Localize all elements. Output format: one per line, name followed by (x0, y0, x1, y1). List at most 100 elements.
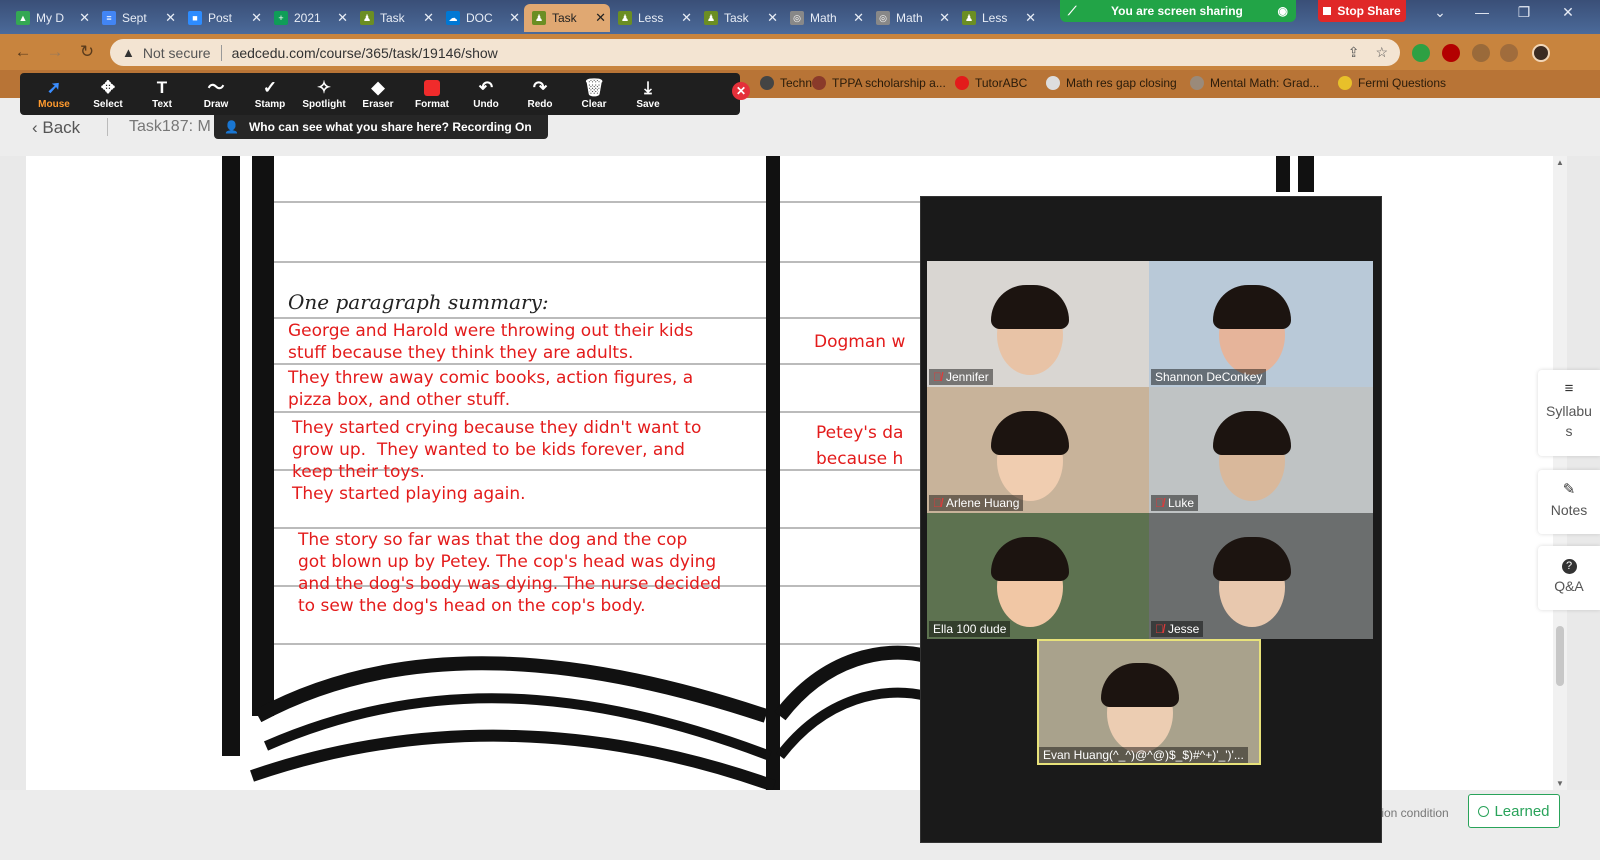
muted-mic-icon: 🎙̸ (933, 496, 942, 510)
close-tab-icon[interactable]: ✕ (595, 10, 606, 26)
participant-tile[interactable]: Ella 100 dude (927, 513, 1151, 639)
close-tab-icon[interactable]: ✕ (251, 10, 262, 26)
tab-title: Task (724, 11, 749, 25)
tool-mouse-button[interactable]: ➚ Mouse (28, 77, 80, 110)
close-tab-icon[interactable]: ✕ (79, 10, 90, 26)
reload-icon[interactable]: ↻ (76, 42, 98, 62)
back-arrow-icon[interactable]: ← (12, 42, 34, 62)
annotation-text: The story so far was that the dog and th… (298, 530, 722, 616)
tool-undo-button[interactable]: ↶ Undo (460, 77, 512, 110)
syllabus-button[interactable]: ≡ Syllabu s (1538, 370, 1600, 456)
participant-name: 🎙̸ Jesse (1151, 621, 1204, 637)
bookmark-label: Fermi Questions (1358, 76, 1447, 90)
qa-button[interactable]: ? Q&A (1538, 546, 1600, 610)
tool-label: Select (93, 99, 123, 110)
learned-button[interactable]: Learned (1468, 794, 1560, 828)
forward-arrow-icon[interactable]: → (44, 42, 66, 62)
close-tab-icon[interactable]: ✕ (767, 10, 778, 26)
notes-button[interactable]: ✎ Notes (1538, 470, 1600, 534)
profile-avatar[interactable] (1532, 44, 1550, 62)
favicon-icon: + (274, 11, 288, 25)
tab-title: My D (36, 11, 64, 25)
person-icon: 👤 (224, 120, 239, 134)
participant-hair (1213, 285, 1291, 329)
bookmark-item[interactable]: Mental Math: Grad... (1190, 76, 1319, 90)
tab-title: Post (208, 11, 233, 25)
browser-tab[interactable]: +2021 ✕ (266, 4, 352, 32)
tab-title: Task (380, 11, 405, 25)
bookmark-star-icon[interactable]: ☆ (1375, 44, 1388, 61)
tool-select-button[interactable]: ✥ Select (82, 77, 134, 110)
close-tab-icon[interactable]: ✕ (1025, 10, 1036, 26)
participant-tile[interactable]: 🎙̸ Luke (1149, 387, 1373, 513)
close-tab-icon[interactable]: ✕ (939, 10, 950, 26)
participant-hair (991, 537, 1069, 581)
drag-handle-icon: ⟋ (1068, 3, 1077, 18)
browser-tab-strip: ⟋ You are screen sharing ◉ Stop Share ⌄ … (0, 0, 1600, 34)
close-tab-icon[interactable]: ✕ (853, 10, 864, 26)
bookmark-item[interactable]: Math res gap closing (1046, 76, 1177, 90)
bookmark-item[interactable]: TutorABC (955, 76, 1027, 90)
tool-save-button[interactable]: ⤓ Save (622, 77, 674, 110)
participant-tile[interactable]: Evan Huang(^_^)@^@)$_$)#^+)'_')'... (1037, 639, 1261, 765)
browser-tab[interactable]: ≡ Sept ✕ (94, 4, 180, 32)
participant-hair (991, 285, 1069, 329)
participant-tile[interactable]: 🎙̸ Arlene Huang (927, 387, 1151, 513)
tool-label: Spotlight (302, 99, 346, 110)
browser-tab[interactable]: ■ Post ✕ (180, 4, 266, 32)
browser-tab[interactable]: ◎ Math ✕ (868, 4, 954, 32)
browser-tab[interactable]: ▲ My D ✕ (8, 4, 94, 32)
scroll-down-icon[interactable]: ▼ (1553, 779, 1567, 788)
bookmark-favicon-icon (1190, 76, 1204, 90)
restore-icon[interactable]: ❐ (1504, 4, 1544, 21)
browser-tab[interactable]: ☁ DOC ✕ (438, 4, 524, 32)
tool-format-button[interactable]: Format (406, 77, 458, 110)
browser-tab[interactable]: ♟ Task ✕ (524, 4, 610, 32)
close-tab-icon[interactable]: ✕ (165, 10, 176, 26)
participant-tile[interactable]: 🎙̸ Jesse (1149, 513, 1373, 639)
tool-draw-button[interactable]: 〜 Draw (190, 77, 242, 110)
tab-search-icon[interactable]: ⌄ (1420, 4, 1460, 21)
bookmark-item[interactable]: TPPA scholarship a... (812, 76, 946, 90)
minimize-icon[interactable]: — (1462, 4, 1502, 20)
tool-spotlight-button[interactable]: ✧ Spotlight (298, 77, 350, 110)
extension-icon[interactable] (1412, 44, 1430, 62)
back-link[interactable]: ‹ Back (32, 118, 80, 138)
address-bar[interactable]: ▲ Not secure aedcedu.com/course/365/task… (110, 39, 1400, 66)
participant-name: 🎙̸ Luke (1151, 495, 1199, 511)
tab-title: Less (638, 11, 664, 25)
tool-eraser-button[interactable]: ◆ Eraser (352, 77, 404, 110)
browser-tab[interactable]: ♟ Task ✕ (696, 4, 782, 32)
close-tab-icon[interactable]: ✕ (681, 10, 692, 26)
qa-label: Q&A (1554, 578, 1584, 594)
extension-icon[interactable] (1500, 44, 1518, 62)
participant-tile[interactable]: Shannon DeConkey (1149, 261, 1373, 387)
tool-text-button[interactable]: T Text (136, 77, 188, 110)
video-gallery[interactable]: 🎙̸ Jennifer Shannon DeConkey 🎙̸ Arlene Huang… (920, 196, 1382, 843)
scroll-up-icon[interactable]: ▲ (1553, 158, 1567, 167)
browser-tab[interactable]: ◎ Math ✕ (782, 4, 868, 32)
tool-stamp-button[interactable]: ✓ Stamp (244, 77, 296, 110)
participant-tile[interactable]: 🎙̸ Jennifer (927, 261, 1151, 387)
recording-banner[interactable]: 👤 Who can see what you share here? Recor… (214, 115, 548, 139)
tool-clear-button[interactable]: 🗑 Clear (568, 77, 620, 110)
close-annotation-icon[interactable]: ✕ (732, 82, 750, 100)
annotation-text: Dogman w (814, 332, 906, 352)
bookmark-favicon-icon (1046, 76, 1060, 90)
browser-tab[interactable]: ♟ Less ✕ (954, 4, 1040, 32)
share-page-icon[interactable]: ⇪ (1348, 44, 1360, 61)
ublock-icon[interactable] (1442, 44, 1460, 62)
close-tab-icon[interactable]: ✕ (337, 10, 348, 26)
bookmark-item[interactable]: Fermi Questions (1338, 76, 1446, 90)
close-tab-icon[interactable]: ✕ (423, 10, 434, 26)
browser-tab[interactable]: ♟ Less ✕ (610, 4, 696, 32)
scrollbar-thumb[interactable] (1556, 626, 1564, 686)
tool-redo-button[interactable]: ↷ Redo (514, 77, 566, 110)
stop-share-button[interactable]: Stop Share (1318, 0, 1406, 22)
extension-icon[interactable] (1472, 44, 1490, 62)
screen-sharing-indicator[interactable]: ⟋ You are screen sharing ◉ (1060, 0, 1296, 22)
browser-tab[interactable]: ♟ Task ✕ (352, 4, 438, 32)
close-tab-icon[interactable]: ✕ (509, 10, 520, 26)
participant-name: Shannon DeConkey (1151, 369, 1267, 385)
close-window-icon[interactable]: ✕ (1548, 4, 1588, 21)
